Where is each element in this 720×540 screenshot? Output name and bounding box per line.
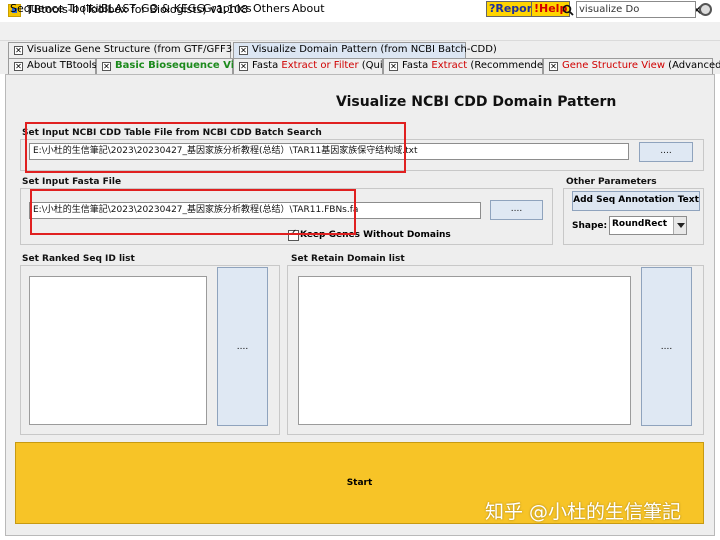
tab-close-icon[interactable]: ✕ [102,62,111,71]
tab-label-prefix: Fasta [252,60,282,71]
page-title: Visualize NCBI CDD Domain Pattern [336,94,617,110]
chevron-down-icon[interactable] [673,217,686,234]
ranked-seq-browse-button[interactable]: .... [217,267,268,426]
menu-graphics[interactable]: Graphics [203,2,252,15]
tab-gene-structure-view-advanced[interactable]: ✕ Gene Structure View (Advanced) [543,58,720,74]
tab-close-icon[interactable]: ✕ [239,62,248,71]
watermark-text: 知乎 @小杜的生信筆記 [485,501,682,523]
red-highlight-box-fasta [30,189,356,235]
tab-label-prefix: Fasta [402,60,432,71]
fasta-file-label: Set Input Fasta File [22,177,122,187]
tab-close-icon[interactable]: ✕ [14,46,23,55]
tab-close-icon[interactable]: ✕ [549,62,558,71]
tab-label-highlight: Extract or Filter [281,60,359,71]
tab-basic-biosequence-view[interactable]: ✕ Basic Biosequence View [96,58,250,74]
retain-domain-browse-button[interactable]: .... [641,267,692,426]
tab-visualize-gene-structure[interactable]: ✕ Visualize Gene Structure (from GTF/GFF3… [8,42,256,58]
settings-icon[interactable] [699,3,712,16]
search-icon [562,4,574,16]
tab-fasta-extract-quick[interactable]: ✕ Fasta Extract or Filter (Quick) [233,58,398,74]
tab-close-icon[interactable]: ✕ [389,62,398,71]
tab-label: About TBtools [27,60,97,71]
ranked-seq-id-textarea[interactable] [29,276,207,425]
fasta-file-browse-button[interactable]: .... [490,200,543,220]
tab-about-tbtools[interactable]: ✕ About TBtools [8,58,97,74]
tab-label: Basic Biosequence View [115,60,251,71]
menu-blast[interactable]: BLAST [101,2,136,15]
other-parameters-label: Other Parameters [566,177,657,187]
cdd-file-browse-button[interactable]: .... [639,142,693,162]
retain-domain-textarea[interactable] [298,276,631,425]
shape-selected-value: RoundRect [612,219,668,229]
shape-label: Shape: [572,221,608,231]
menu-bar [0,22,720,41]
tab-label-highlight: Extract [431,60,468,71]
menu-go-kegg[interactable]: GO & KEGG [141,2,205,15]
add-seq-annotation-button[interactable]: Add Seq Annotation Text [572,191,700,211]
ranked-seq-list-label: Set Ranked Seq ID list [22,254,135,264]
search-input[interactable] [576,1,696,18]
tab-close-icon[interactable]: ✕ [14,62,23,71]
tab-visualize-domain-pattern[interactable]: ✕ Visualize Domain Pattern (from NCBI Bat… [233,42,497,58]
menu-about[interactable]: About [292,2,325,15]
retain-domain-list-label: Set Retain Domain list [291,254,405,264]
menu-sequence-toolkit[interactable]: Sequence Toolkit [10,2,103,15]
menu-others[interactable]: Others [253,2,290,15]
tab-label: Visualize Domain Pattern (from NCBI Batc… [252,44,497,55]
tab-fasta-extract-recommended[interactable]: ✕ Fasta Extract (Recommended) [383,58,553,74]
red-highlight-box-cdd [25,122,406,173]
tab-close-icon[interactable]: ✕ [239,46,248,55]
tab-label-highlight: Gene Structure View [562,60,665,71]
tab-label: Visualize Gene Structure (from GTF/GFF3 … [27,44,256,55]
tab-label-suffix: (Recommended) [467,60,554,71]
tab-label-suffix: (Advanced) [665,60,720,71]
